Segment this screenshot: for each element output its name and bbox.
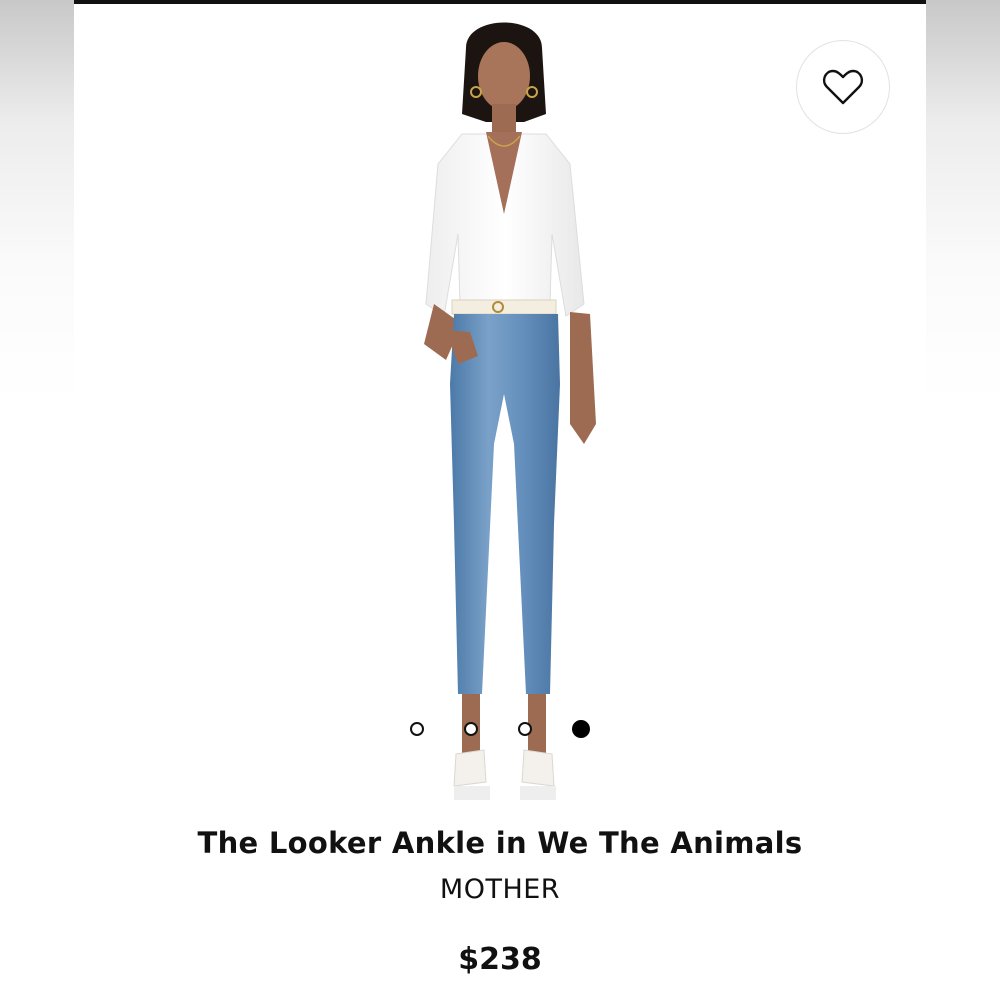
- product-brand[interactable]: MOTHER: [74, 874, 926, 905]
- carousel-dot-3[interactable]: [518, 722, 532, 736]
- image-carousel-indicator: [410, 718, 590, 740]
- product-image[interactable]: [374, 4, 634, 804]
- carousel-dot-1[interactable]: [410, 722, 424, 736]
- favorite-button[interactable]: [796, 40, 890, 134]
- product-price: $238: [458, 942, 542, 977]
- product-card: The Looker Ankle in We The Animals MOTHE…: [74, 4, 926, 1000]
- right-backdrop: [926, 0, 1000, 1000]
- carousel-dot-4-active[interactable]: [572, 720, 590, 738]
- heart-outline-icon: [822, 69, 864, 105]
- left-backdrop: [0, 0, 74, 1000]
- product-title[interactable]: The Looker Ankle in We The Animals: [74, 826, 926, 860]
- product-page: The Looker Ankle in We The Animals MOTHE…: [0, 0, 1000, 1000]
- carousel-dot-2[interactable]: [464, 722, 478, 736]
